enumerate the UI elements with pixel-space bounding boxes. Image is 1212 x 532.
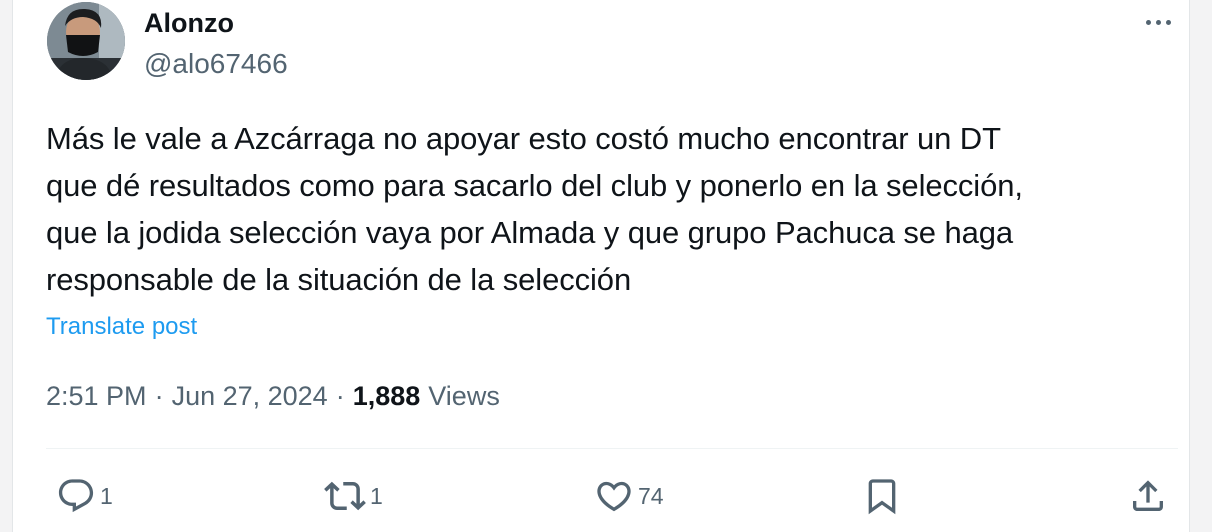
- tweet-card: Alonzo @alo67466 Más le vale a Azcárraga…: [0, 0, 1212, 532]
- views-label: Views: [428, 381, 500, 411]
- post-text-line: responsable de la situación de la selecc…: [46, 262, 632, 297]
- divider: [46, 448, 1178, 449]
- bookmark-button[interactable]: [862, 474, 902, 518]
- post-text-line: Más le vale a Azcárraga no apoyar esto c…: [46, 121, 1001, 156]
- meta-separator: ·: [154, 381, 164, 411]
- repost-button[interactable]: 1: [324, 474, 383, 518]
- bookmark-icon: [868, 479, 896, 515]
- like-button[interactable]: 74: [594, 474, 664, 518]
- left-edge: [0, 0, 13, 532]
- post-metadata: 2:51 PM · Jun 27, 2024 · 1,888 Views: [46, 378, 500, 414]
- translate-post-link[interactable]: Translate post: [46, 311, 197, 343]
- post-text-line: que dé resultados como para sacarlo del …: [46, 168, 1023, 203]
- user-avatar-photo-icon: [47, 2, 125, 80]
- more-icon: [1145, 19, 1151, 25]
- more-options-button[interactable]: [1136, 8, 1180, 36]
- more-icon: [1165, 19, 1171, 25]
- reply-count: 1: [100, 483, 113, 509]
- author-handle[interactable]: @alo67466: [144, 47, 288, 81]
- post-text: Más le vale a Azcárraga no apoyar esto c…: [46, 115, 1186, 303]
- share-icon: [1133, 480, 1163, 511]
- like-count: 74: [638, 483, 664, 509]
- views-count: 1,888: [352, 381, 421, 411]
- post-date[interactable]: Jun 27, 2024: [172, 378, 328, 414]
- post-text-line: que la jodida selección vaya por Almada …: [46, 215, 1014, 250]
- repost-count: 1: [370, 483, 383, 509]
- share-button[interactable]: [1128, 474, 1168, 518]
- reply-button[interactable]: 1: [56, 474, 113, 518]
- repost-icon: [324, 481, 366, 511]
- right-edge: [1189, 0, 1212, 532]
- heart-icon: [597, 481, 631, 512]
- author-display-name[interactable]: Alonzo: [144, 6, 234, 40]
- post-time[interactable]: 2:51 PM: [46, 378, 147, 414]
- avatar[interactable]: [47, 2, 125, 80]
- reply-icon: [58, 479, 94, 513]
- meta-separator: ·: [335, 381, 345, 411]
- more-icon: [1155, 19, 1161, 25]
